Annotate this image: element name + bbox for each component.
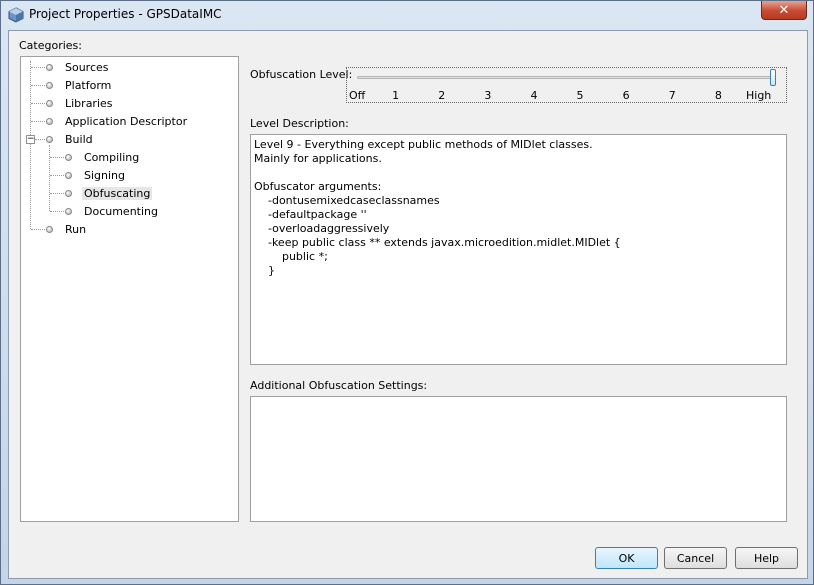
tree-node-icon bbox=[65, 154, 72, 161]
dialog-body: Categories: − Sources Platform Libraries… bbox=[8, 30, 808, 579]
help-button[interactable]: Help bbox=[735, 547, 798, 569]
slider-tick-label: 3 bbox=[484, 89, 492, 102]
additional-settings-label: Additional Obfuscation Settings: bbox=[250, 379, 428, 392]
slider-thumb[interactable] bbox=[770, 69, 776, 86]
tree-item-sources[interactable]: Sources bbox=[21, 60, 238, 76]
tree-item-obfuscating[interactable]: Obfuscating bbox=[21, 186, 238, 202]
tree-node-icon bbox=[46, 82, 53, 89]
cancel-button[interactable]: Cancel bbox=[664, 547, 727, 569]
obfuscation-level-slider[interactable]: Off 1 2 3 4 5 6 7 8 High bbox=[346, 67, 787, 103]
window-title: Project Properties - GPSDataIMC bbox=[29, 7, 222, 21]
categories-label: Categories: bbox=[19, 39, 82, 52]
level-description-text: Level 9 - Everything except public metho… bbox=[250, 134, 787, 365]
additional-settings-textarea[interactable] bbox=[250, 396, 787, 522]
slider-tick-label: 4 bbox=[530, 89, 538, 102]
slider-track[interactable] bbox=[357, 76, 775, 79]
slider-tick-label: 2 bbox=[438, 89, 446, 102]
tree-item-signing[interactable]: Signing bbox=[21, 168, 238, 184]
tree-node-icon bbox=[46, 64, 53, 71]
obfuscation-level-label: Obfuscation Level: bbox=[250, 68, 353, 81]
tree-item-libraries[interactable]: Libraries bbox=[21, 96, 238, 112]
tree-item-label: Build bbox=[65, 133, 93, 146]
tree-item-label: Platform bbox=[65, 79, 112, 92]
title-bar[interactable]: Project Properties - GPSDataIMC ✕ bbox=[1, 1, 813, 29]
tree-item-documenting[interactable]: Documenting bbox=[21, 204, 238, 220]
tree-node-icon bbox=[65, 172, 72, 179]
tree-item-label: Run bbox=[65, 223, 87, 236]
project-properties-window: Project Properties - GPSDataIMC ✕ Catego… bbox=[0, 0, 814, 585]
tree-node-icon bbox=[46, 226, 53, 233]
slider-tick-label: 7 bbox=[668, 89, 676, 102]
tree-node-icon bbox=[65, 208, 72, 215]
tree-node-icon bbox=[46, 118, 53, 125]
tree-node-icon bbox=[65, 190, 72, 197]
categories-tree[interactable]: − Sources Platform Libraries Application… bbox=[20, 56, 239, 522]
slider-tick-label: 8 bbox=[714, 89, 722, 102]
close-button[interactable]: ✕ bbox=[761, 1, 807, 20]
slider-tick-label: 6 bbox=[622, 89, 630, 102]
level-description-label: Level Description: bbox=[250, 117, 349, 130]
slider-tick-label: High bbox=[746, 89, 772, 102]
tree-item-label: Documenting bbox=[84, 205, 158, 218]
close-icon: ✕ bbox=[778, 2, 790, 18]
tree-item-label: Signing bbox=[84, 169, 126, 182]
tree-item-label: Sources bbox=[65, 61, 109, 74]
tree-item-label: Application Descriptor bbox=[65, 115, 188, 128]
ok-button[interactable]: OK bbox=[595, 547, 658, 569]
slider-tick-label: 1 bbox=[392, 89, 400, 102]
slider-tick-label: 5 bbox=[576, 89, 584, 102]
tree-node-icon bbox=[46, 136, 53, 143]
tree-item-label: Compiling bbox=[84, 151, 140, 164]
tree-item-compiling[interactable]: Compiling bbox=[21, 150, 238, 166]
tree-item-label: Libraries bbox=[65, 97, 113, 110]
tree-item-platform[interactable]: Platform bbox=[21, 78, 238, 94]
tree-item-label: Obfuscating bbox=[82, 187, 153, 200]
netbeans-cube-icon bbox=[8, 7, 24, 23]
tree-item-run[interactable]: Run bbox=[21, 222, 238, 238]
slider-tick-label: Off bbox=[349, 89, 366, 102]
tree-node-icon bbox=[46, 100, 53, 107]
tree-item-build[interactable]: Build bbox=[21, 132, 238, 148]
tree-item-application-descriptor[interactable]: Application Descriptor bbox=[21, 114, 238, 130]
